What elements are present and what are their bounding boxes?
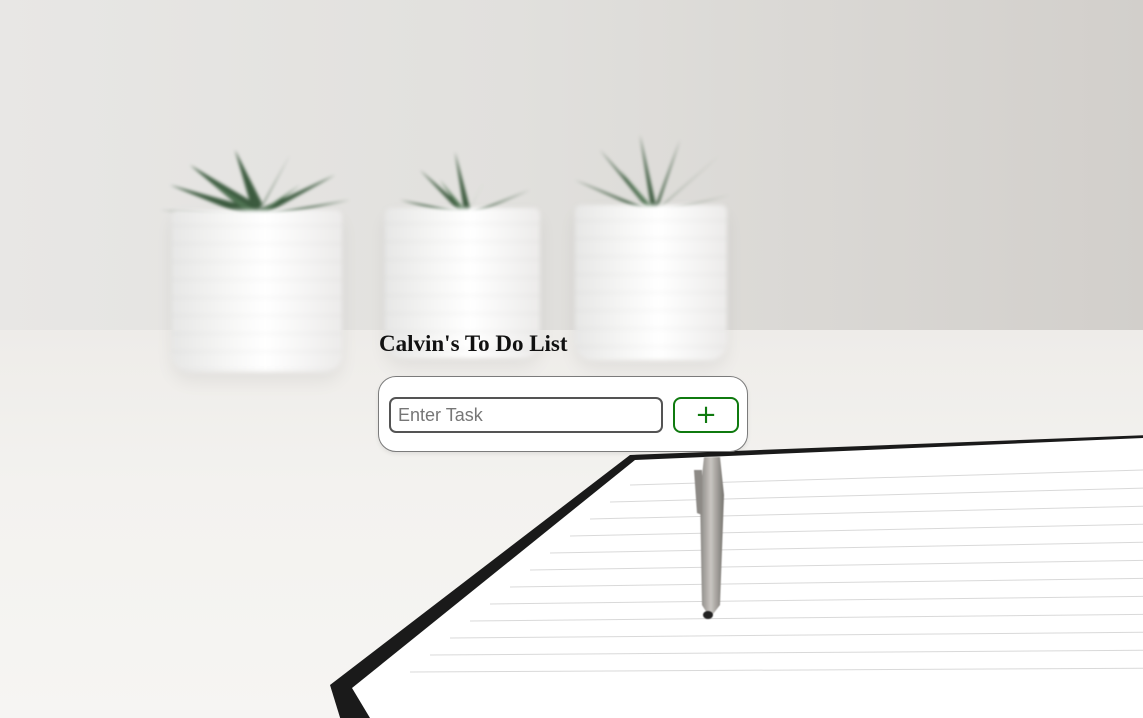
task-input[interactable] — [389, 397, 663, 433]
pen-icon — [694, 457, 724, 619]
task-entry-card: + — [378, 376, 748, 452]
notebook-icon — [330, 435, 1143, 718]
add-task-button[interactable]: + — [673, 397, 739, 433]
plus-icon: + — [695, 400, 717, 430]
pot-left — [172, 210, 342, 372]
background-photo — [0, 0, 1143, 718]
page-title: Calvin's To Do List — [379, 331, 568, 356]
pot-right — [575, 205, 727, 360]
